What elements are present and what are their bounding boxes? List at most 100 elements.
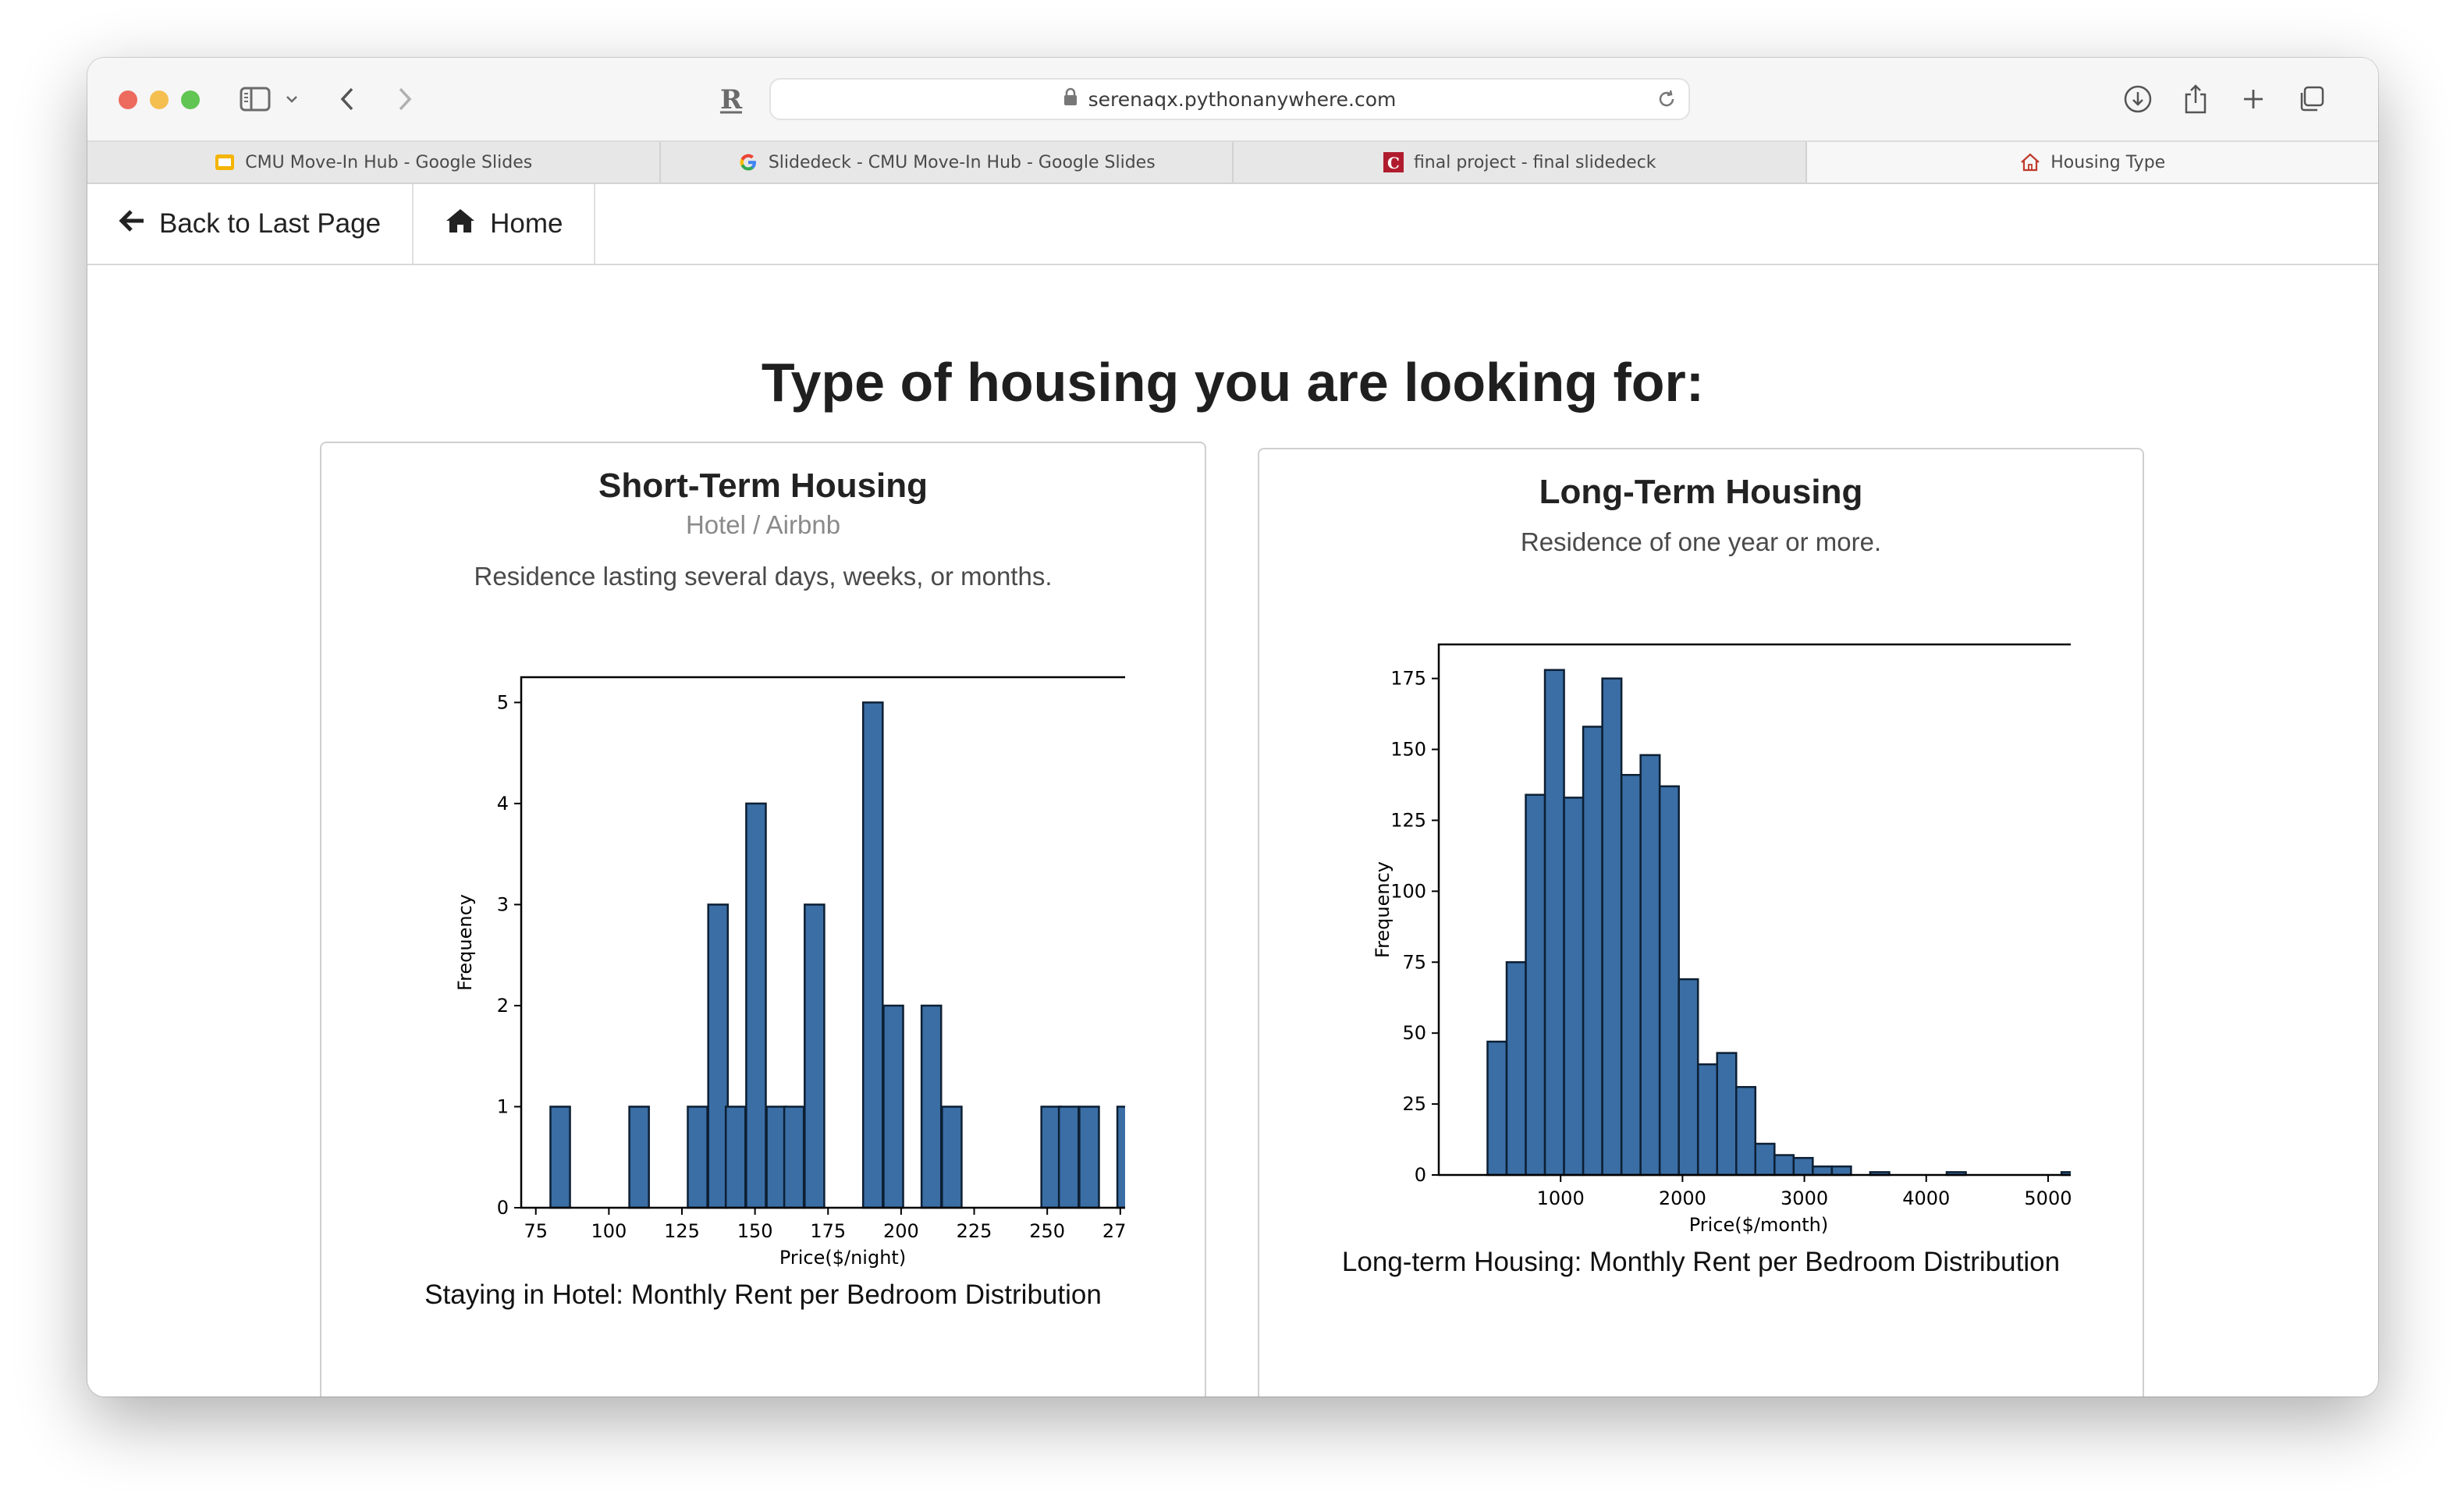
histogram-bar	[861, 701, 884, 1209]
x-tick-label: 3000	[1781, 1187, 1828, 1209]
x-tick-label: 4000	[1902, 1187, 1950, 1209]
y-tick-label: 0	[497, 1197, 509, 1219]
share-icon[interactable]	[2178, 81, 2213, 117]
histogram-bar	[1582, 726, 1603, 1177]
x-tick-label: 175	[810, 1220, 846, 1242]
x-tick-label: 5000	[2024, 1187, 2071, 1209]
x-tick-label: 75	[524, 1220, 548, 1242]
tab-overview-icon[interactable]	[2294, 81, 2328, 117]
short-term-housing-card[interactable]: Short-Term Housing Hotel / Airbnb Reside…	[320, 442, 1206, 1397]
y-tick-label: 125	[1390, 809, 1426, 831]
histogram-bar	[1678, 978, 1699, 1177]
histogram-bar	[1716, 1052, 1738, 1177]
reload-icon[interactable]	[1656, 88, 1678, 115]
histogram-bar	[1639, 754, 1661, 1177]
x-tick-label: 275	[1102, 1220, 1125, 1242]
back-arrow-icon[interactable]	[336, 81, 359, 117]
x-tick-label: 150	[737, 1220, 773, 1242]
y-axis-label: Frequency	[1372, 861, 1394, 958]
forward-arrow-icon[interactable]	[393, 81, 417, 117]
tab-slidedeck[interactable]: Slidedeck - CMU Move-In Hub - Google Sli…	[661, 142, 1234, 183]
y-tick-label: 3	[497, 893, 509, 915]
histogram-bar	[1563, 797, 1585, 1177]
y-tick-label: 150	[1390, 739, 1426, 761]
y-tick-label: 5	[497, 691, 509, 713]
histogram-bar	[1812, 1165, 1834, 1177]
maximize-window-button[interactable]	[181, 91, 200, 109]
histogram-bar	[1754, 1142, 1776, 1177]
histogram-bar	[1505, 961, 1527, 1177]
histogram-bar	[724, 1106, 747, 1209]
address-bar[interactable]: serenaqx.pythonanywhere.com	[769, 78, 1690, 120]
y-tick-label: 75	[1402, 951, 1426, 973]
x-tick-label: 250	[1029, 1220, 1065, 1242]
histogram-bar	[1057, 1106, 1080, 1209]
tab-cmu-move-in-hub-slides[interactable]: CMU Move-In Hub - Google Slides	[87, 142, 661, 183]
histogram-bar	[882, 1004, 904, 1209]
back-to-last-page-button[interactable]: Back to Last Page	[87, 184, 414, 264]
x-tick-label: 125	[664, 1220, 700, 1242]
histogram-bar	[1773, 1154, 1795, 1177]
long-term-housing-card[interactable]: Long-Term Housing Residence of one year …	[1258, 448, 2144, 1397]
histogram-bar	[1601, 677, 1623, 1177]
histogram-bar	[1658, 785, 1680, 1177]
readwise-r-icon[interactable]: R	[716, 81, 747, 117]
browser-window: R serenaqx.pythonanywhere.com CMU Move-I…	[87, 58, 2378, 1397]
histogram-bar	[1620, 774, 1642, 1177]
new-tab-plus-icon[interactable]	[2236, 81, 2271, 117]
card-description: Residence lasting several days, weeks, o…	[474, 562, 1053, 591]
tab-bar: CMU Move-In Hub - Google Slides Slidedec…	[87, 140, 2378, 184]
tab-final-project[interactable]: C final project - final slidedeck	[1234, 142, 1807, 183]
chart-caption: Long-term Housing: Monthly Rent per Bedr…	[1341, 1247, 2061, 1277]
svg-text:R: R	[720, 84, 743, 115]
histogram-bar	[1078, 1106, 1100, 1209]
browser-toolbar: R serenaqx.pythonanywhere.com	[87, 58, 2378, 140]
download-icon[interactable]	[2121, 81, 2155, 117]
card-title: Long-Term Housing	[1539, 473, 1863, 511]
tab-housing-type[interactable]: Housing Type	[1806, 142, 2378, 183]
histogram-bar	[1792, 1156, 1814, 1177]
y-tick-label: 2	[497, 995, 509, 1017]
long-term-price-histogram: 1000 2000 3000 4000 5000 0 25 50 75 100 125 150 175 P…	[1372, 643, 2071, 1236]
histogram-bar	[783, 1106, 805, 1209]
card-title: Short-Term Housing	[598, 467, 928, 505]
page-title: Type of housing you are looking for:	[761, 352, 1705, 413]
histogram-bar	[1696, 1063, 1718, 1177]
short-term-price-histogram: 75 100 125 150 175 200 225 250 275 0 1 2 3 4 5 Price($/…	[454, 676, 1125, 1269]
y-tick-label: 50	[1402, 1022, 1426, 1044]
histogram-bar	[1116, 1106, 1125, 1209]
tab-label: final project - final slidedeck	[1413, 152, 1656, 172]
chart-caption: Staying in Hotel: Monthly Rent per Bedro…	[424, 1280, 1102, 1310]
y-tick-label: 1	[497, 1095, 509, 1117]
home-button[interactable]: Home	[414, 184, 596, 264]
card-subtitle: Hotel / Airbnb	[685, 510, 841, 539]
histogram-bar	[1543, 669, 1565, 1177]
y-tick-label: 175	[1390, 668, 1426, 690]
histogram-bar	[1486, 1040, 1508, 1177]
sidebar-toggle-icon[interactable]	[236, 81, 275, 117]
google-slides-icon	[214, 151, 236, 173]
main-content: Type of housing you are looking for: Sho…	[87, 265, 2378, 1397]
close-window-button[interactable]	[119, 91, 137, 109]
histogram-bar	[920, 1004, 943, 1209]
svg-text:C: C	[1387, 154, 1400, 172]
histogram-bar	[628, 1106, 650, 1209]
x-axis-label: Price($/night)	[779, 1247, 906, 1269]
y-tick-label: 4	[497, 793, 509, 815]
x-tick-label: 100	[591, 1220, 627, 1242]
home-icon	[2019, 151, 2041, 173]
url-text: serenaqx.pythonanywhere.com	[1088, 87, 1397, 111]
tab-label: Slidedeck - CMU Move-In Hub - Google Sli…	[768, 152, 1156, 172]
site-nav: Back to Last Page Home	[87, 184, 2378, 265]
y-tick-label: 25	[1402, 1093, 1426, 1115]
histogram-bar	[1830, 1165, 1852, 1177]
y-tick-label: 0	[1415, 1164, 1426, 1186]
cmu-c-icon: C	[1383, 151, 1404, 173]
chevron-down-icon[interactable]	[282, 81, 301, 117]
minimize-window-button[interactable]	[150, 91, 169, 109]
x-tick-label: 200	[883, 1220, 919, 1242]
home-button-label: Home	[490, 208, 563, 239]
card-description: Residence of one year or more.	[1520, 527, 1882, 556]
tab-label: Housing Type	[2050, 152, 2166, 172]
google-icon	[737, 151, 759, 173]
